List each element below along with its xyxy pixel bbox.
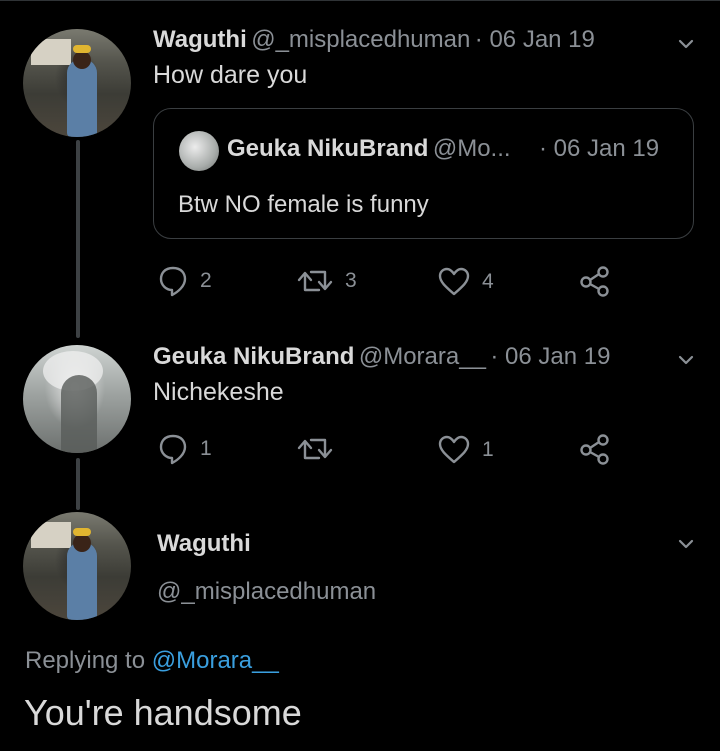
retweet-icon: [297, 270, 333, 292]
like-button[interactable]: 4: [438, 267, 494, 296]
tweet-date: · 06 Jan 19: [539, 135, 660, 162]
tweet-text: Nichekeshe: [153, 378, 284, 406]
reply-button[interactable]: 1: [158, 433, 212, 465]
top-divider: [0, 0, 720, 1]
replying-to-line: Replying to @Morara__: [25, 647, 279, 675]
chevron-down-icon[interactable]: [678, 536, 694, 552]
like-count: 4: [482, 269, 494, 293]
reply-icon: [159, 434, 187, 465]
like-icon: [438, 435, 470, 464]
quoted-text: Btw NO female is funny: [178, 191, 429, 218]
like-count: 1: [482, 437, 494, 461]
retweet-count: 3: [345, 269, 357, 292]
retweet-icon: [297, 438, 333, 460]
retweet-button[interactable]: [297, 436, 345, 462]
tweet-text: How dare you: [153, 61, 308, 89]
avatar[interactable]: [23, 29, 131, 137]
handle[interactable]: @Morara__: [359, 343, 486, 370]
quoted-tweet[interactable]: Geuka NikuBrand @Mo... · 06 Jan 19 Btw N…: [153, 108, 694, 239]
avatar: [179, 131, 219, 171]
tweet-date: · 06 Jan 19: [474, 26, 595, 53]
reply-button[interactable]: 2: [158, 265, 212, 297]
handle: @Mo...: [432, 135, 511, 162]
thread-connector: [76, 140, 80, 338]
avatar[interactable]: [23, 512, 131, 620]
replying-to-link[interactable]: @Morara__: [152, 647, 279, 674]
reply-count: 1: [200, 437, 212, 460]
retweet-button[interactable]: 3: [297, 268, 357, 294]
display-name[interactable]: Waguthi: [157, 530, 251, 558]
thread-connector: [76, 458, 80, 510]
quoted-header: Geuka NikuBrand @Mo...: [227, 135, 511, 163]
tweet-header: Waguthi @_misplacedhuman · 06 Jan 19: [153, 26, 595, 54]
handle[interactable]: @_misplacedhuman: [251, 26, 470, 53]
reply-icon: [159, 266, 187, 297]
chevron-down-icon[interactable]: [678, 36, 694, 52]
handle[interactable]: @_misplacedhuman: [157, 578, 376, 606]
avatar[interactable]: [23, 345, 131, 453]
reply-count: 2: [200, 269, 212, 292]
replying-to-label: Replying to: [25, 647, 146, 674]
like-icon: [438, 267, 470, 296]
main-tweet-text: You're handsome: [24, 692, 302, 733]
display-name: Geuka NikuBrand: [227, 135, 429, 162]
share-icon[interactable]: [579, 265, 611, 297]
tweet-header: Geuka NikuBrand @Morara__ · 06 Jan 19: [153, 343, 610, 371]
display-name[interactable]: Waguthi: [153, 26, 247, 53]
chevron-down-icon[interactable]: [678, 352, 694, 368]
tweet-date: · 06 Jan 19: [490, 343, 611, 370]
share-icon[interactable]: [579, 433, 611, 465]
like-button[interactable]: 1: [438, 435, 494, 464]
display-name[interactable]: Geuka NikuBrand: [153, 343, 354, 370]
